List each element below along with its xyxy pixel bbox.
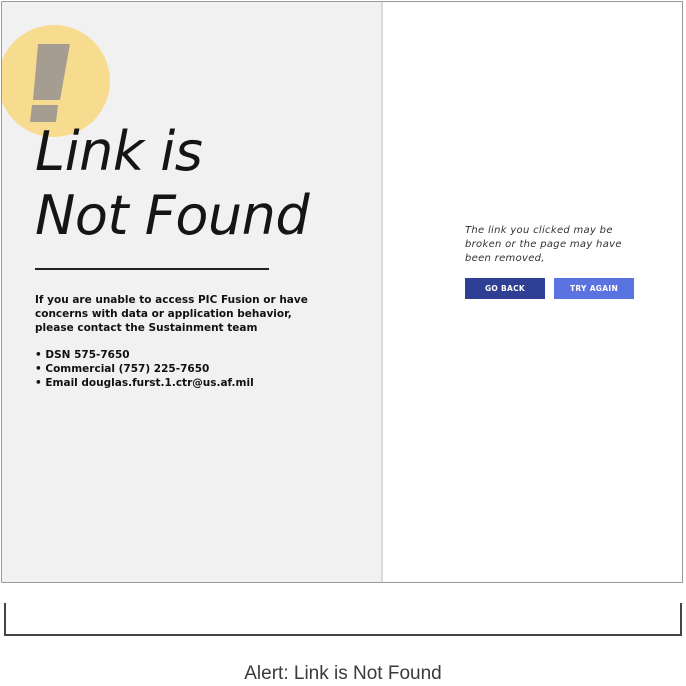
page-title: Link is Not Found [35, 120, 310, 248]
try-again-button[interactable]: TRY AGAIN [554, 278, 634, 299]
title-line-1: Link is [35, 120, 203, 183]
contact-intro: If you are unable to access PIC Fusion o… [35, 294, 308, 334]
error-info-panel: Link is Not Found If you are unable to a… [2, 2, 383, 582]
go-back-button[interactable]: GO BACK [465, 278, 545, 299]
error-message: The link you clicked may be broken or th… [465, 225, 622, 264]
error-card: Link is Not Found If you are unable to a… [1, 1, 683, 583]
divider [35, 268, 269, 270]
footer-bracket [4, 603, 682, 636]
contact-commercial: • Commercial (757) 225-7650 [35, 363, 210, 375]
title-line-2: Not Found [35, 184, 310, 247]
alert-caption: Alert: Link is Not Found [244, 663, 442, 684]
contact-list: • DSN 575-7650 • Commercial (757) 225-76… [35, 348, 254, 390]
message-panel: The link you clicked may be broken or th… [383, 2, 682, 582]
contact-email: • Email douglas.furst.1.ctr@us.af.mil [35, 377, 254, 389]
contact-dsn: • DSN 575-7650 [35, 349, 130, 361]
